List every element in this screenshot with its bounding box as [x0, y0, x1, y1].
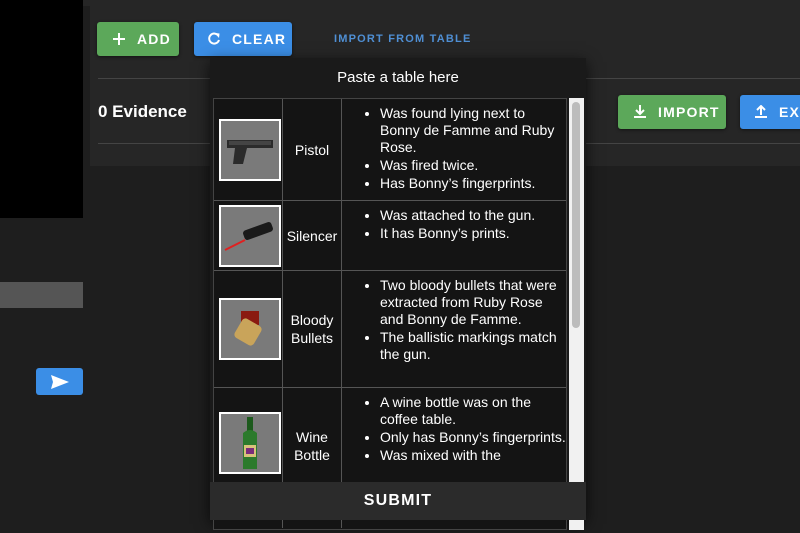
description-bullet: Was mixed with the: [380, 447, 566, 464]
add-button-label: ADD: [137, 31, 171, 47]
description-bullet: The ballistic markings match the gun.: [380, 329, 566, 363]
left-input-bar[interactable]: [0, 282, 83, 308]
refresh-icon: [206, 32, 222, 46]
description-bullet: Has Bonny’s fingerprints.: [380, 175, 566, 192]
table-row: Bloody Bullets Two bloody bullets that w…: [214, 271, 566, 388]
evidence-description: Was attached to the gun. It has Bonny’s …: [342, 201, 566, 270]
clear-button-label: CLEAR: [232, 31, 287, 47]
description-bullet: It has Bonny’s prints.: [380, 225, 566, 242]
evidence-description: Was found lying next to Bonny de Famme a…: [342, 99, 566, 200]
evidence-name: Pistol: [283, 99, 342, 200]
description-bullet: Only has Bonny’s fingerprints.: [380, 429, 566, 446]
export-button[interactable]: EXP: [740, 95, 800, 129]
evidence-name: Bloody Bullets: [283, 271, 342, 387]
send-button[interactable]: [36, 368, 83, 395]
add-button[interactable]: ADD: [97, 22, 179, 56]
pistol-image: [218, 118, 281, 181]
send-icon: [50, 374, 69, 389]
silencer-image: [218, 204, 281, 267]
upload-icon: [753, 105, 769, 119]
description-bullet: Two bloody bullets that were extracted f…: [380, 277, 566, 328]
submit-button[interactable]: SUBMIT: [210, 482, 586, 520]
import-from-table-link[interactable]: IMPORT FROM TABLE: [334, 33, 472, 45]
paste-table-dialog: Paste a table here Pistol Was found lyin…: [210, 58, 586, 530]
description-bullet: Was fired twice.: [380, 157, 566, 174]
evidence-count: 0 Evidence: [98, 102, 187, 121]
table-row: Pistol Was found lying next to Bonny de …: [214, 99, 566, 201]
left-sidebar-block: [0, 0, 83, 218]
table-cell-image: [217, 201, 283, 270]
dialog-title: Paste a table here: [337, 69, 459, 86]
table-cell-image: [217, 99, 283, 200]
description-bullet: A wine bottle was on the coffee table.: [380, 394, 566, 428]
table-row: Silencer Was attached to the gun. It has…: [214, 201, 566, 271]
plus-icon: [111, 33, 127, 45]
scrollbar-thumb[interactable]: [572, 102, 580, 328]
description-bullet: Was attached to the gun.: [380, 207, 566, 224]
evidence-description: Two bloody bullets that were extracted f…: [342, 271, 566, 387]
export-button-label: EXP: [779, 104, 800, 120]
download-icon: [632, 105, 648, 119]
table-scrollbar[interactable]: [569, 98, 584, 530]
bullets-image: [218, 298, 281, 360]
evidence-name: Silencer: [283, 201, 342, 270]
import-button[interactable]: IMPORT: [618, 95, 726, 129]
wine-bottle-image: [218, 412, 281, 474]
import-button-label: IMPORT: [658, 104, 720, 120]
table-cell-image: [217, 271, 283, 387]
clear-button[interactable]: CLEAR: [194, 22, 292, 56]
pasted-table[interactable]: Pistol Was found lying next to Bonny de …: [213, 98, 567, 530]
description-bullet: Was found lying next to Bonny de Famme a…: [380, 105, 566, 156]
